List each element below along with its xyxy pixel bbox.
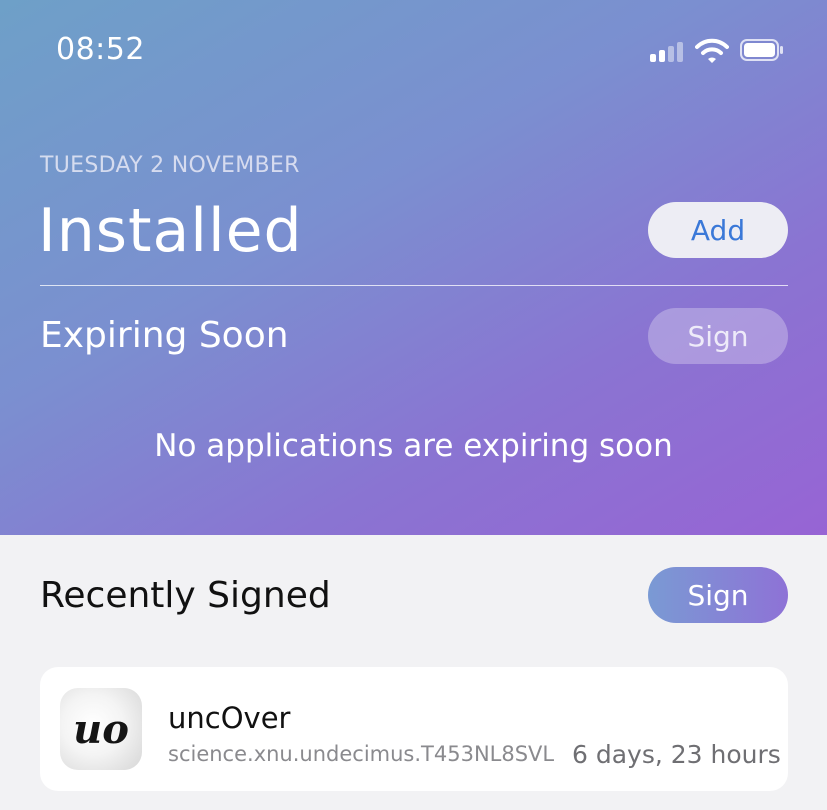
header-section: 08:52 TUESDAY 2 NOVEMBER Installed Add E… [0, 0, 827, 535]
status-icons [650, 36, 795, 66]
empty-state-message: No applications are expiring soon [154, 428, 673, 464]
sign-expiring-button[interactable]: Sign [648, 308, 788, 364]
expiring-soon-heading: Expiring Soon [40, 315, 289, 356]
sign-recent-button[interactable]: Sign [648, 567, 788, 623]
battery-icon [740, 39, 783, 61]
page-title: Installed [38, 196, 303, 266]
cellular-signal-icon [650, 40, 686, 62]
svg-text:uo: uo [73, 706, 129, 753]
app-icon-uncover: uo [60, 688, 142, 770]
app-name: uncOver [168, 701, 291, 735]
app-bundle-id: science.xnu.undecimus.T453NL8SVL [168, 742, 555, 766]
date-label: TUESDAY 2 NOVEMBER [40, 153, 300, 178]
app-list-item[interactable]: uo uncOver science.xnu.undecimus.T453NL8… [40, 667, 788, 791]
status-time: 08:52 [56, 32, 145, 67]
wifi-icon [695, 38, 729, 63]
app-expiry-time: 6 days, 23 hours [572, 740, 781, 769]
recently-signed-heading: Recently Signed [40, 575, 331, 616]
add-button[interactable]: Add [648, 202, 788, 258]
divider [40, 285, 788, 286]
